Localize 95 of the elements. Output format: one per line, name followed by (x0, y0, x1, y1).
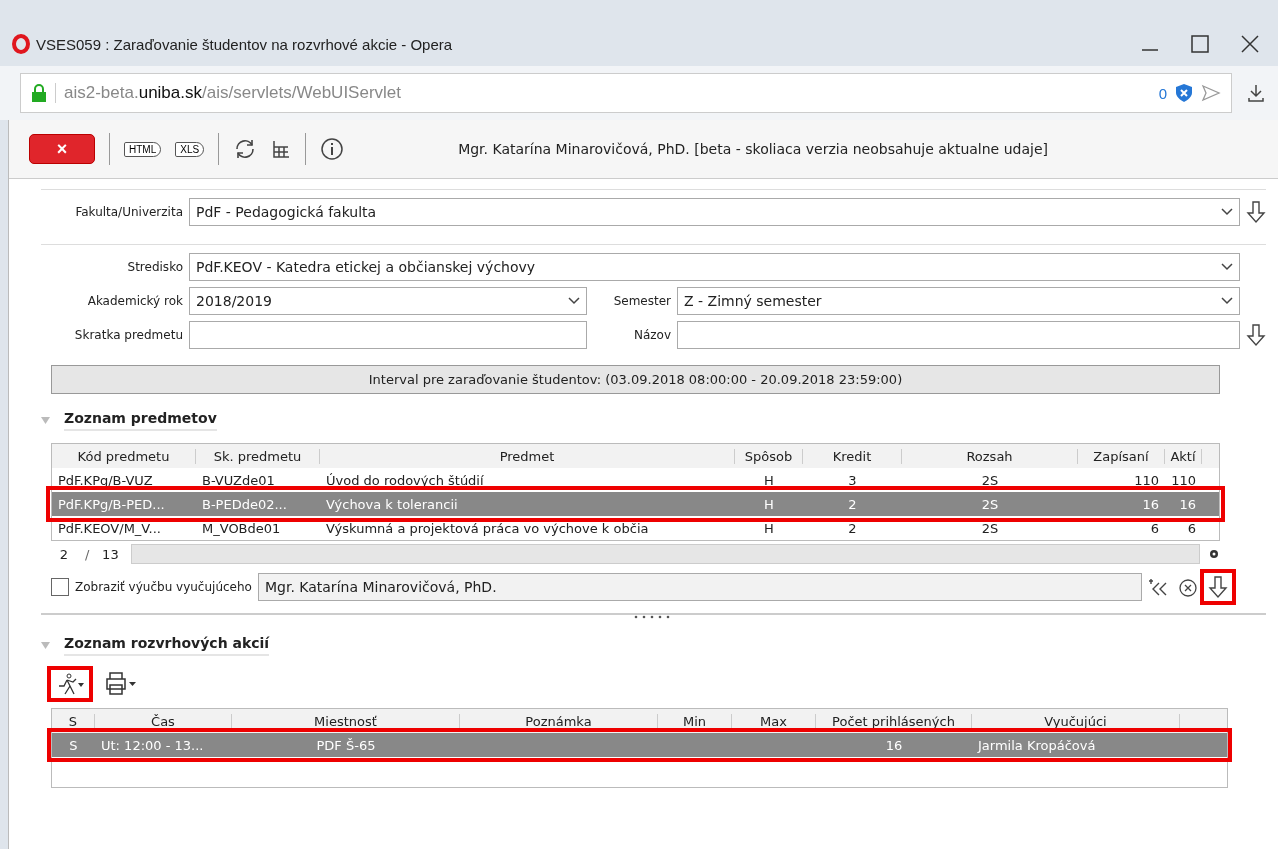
checkbox-label: Zobraziť výučbu vyučujúceho (75, 580, 252, 594)
address-bar[interactable]: ais2-beta.uniba.sk/ais/servlets/WebUIServlet 0 (20, 73, 1232, 113)
field-label: Názov (632, 328, 671, 342)
column-header[interactable]: Poznámka (460, 713, 658, 729)
shield-icon[interactable] (1175, 83, 1193, 103)
window-title: VSES059 : Zaraďovanie študentov na rozvrhové akcie - Opera (36, 35, 454, 53)
field-label: Skratka predmetu (73, 328, 183, 342)
table-cell-text: 2 (847, 520, 858, 536)
field-label: Stredisko (126, 260, 183, 274)
checkbox[interactable] (51, 578, 69, 596)
column-header[interactable]: S (52, 713, 95, 729)
down-arrow-icon[interactable] (1246, 323, 1266, 347)
teacher-field: Mgr. Katarína Minarovičová, PhD. (257, 573, 1142, 601)
dropdown-chevron-icon[interactable] (568, 297, 580, 305)
semester-select[interactable]: Z - Zimný semester (677, 287, 1240, 315)
table-cell-text: 110 (1133, 472, 1160, 488)
column-header[interactable]: Čas (95, 713, 232, 729)
field-label: Semester (612, 294, 671, 308)
page-separator: / (85, 546, 90, 562)
dropdown-chevron-icon[interactable] (1221, 297, 1233, 305)
table-cell-text: PdF.KEOV/M_V... (57, 520, 162, 536)
down-arrow-icon[interactable] (1246, 200, 1266, 224)
column-header[interactable]: Spôsob (735, 448, 803, 464)
column-header[interactable]: Vyučujúci (972, 713, 1180, 729)
table-cell-text: H (763, 520, 775, 536)
table-cell-text: Ut: 12:00 - 13... (100, 737, 205, 753)
table-cell-text: B-PEDde02... (201, 496, 288, 512)
dropdown-chevron-icon[interactable] (1221, 263, 1233, 271)
page-number[interactable]: 2 (51, 546, 77, 562)
clear-filter-icon[interactable] (1176, 576, 1198, 598)
faculty-select[interactable]: PdF - Pedagogická fakulta (189, 198, 1240, 226)
table-cell-text: Výskumná a projektová práca vo výchove k občia (325, 520, 650, 536)
table-cell-text: H (763, 472, 775, 488)
export-button[interactable]: HTML (124, 141, 162, 157)
section-title: Zoznam rozvrhových akcií (64, 635, 270, 656)
column-header[interactable]: Rozsah (902, 448, 1078, 464)
table-cell-text: S (68, 737, 79, 753)
close-icon[interactable] (1240, 34, 1260, 54)
table-cell-text: M_VOBde01 (201, 520, 282, 536)
blocker-count: 0 (1158, 84, 1167, 102)
input-field[interactable] (189, 321, 587, 349)
table-cell-text: 2S (980, 472, 1000, 488)
user-info-text: Mgr. Katarína Minarovičová, PhD. [beta - skoliaca verzia neobsahuje aktualne udaje] (458, 141, 1048, 157)
dropdown-chevron-icon[interactable] (1221, 208, 1233, 216)
section-title: Zoznam predmetov (64, 410, 217, 431)
info-icon[interactable] (320, 137, 345, 161)
horizontal-scrollbar[interactable] (131, 544, 1200, 564)
column-header[interactable]: Predmet (320, 448, 735, 464)
table-row[interactable]: PdF.KEOV/M_V... M_VOBde01 Výskumná a projektová práca vo výchove k občia H 2 2S 6 6 (52, 516, 1219, 540)
year-select[interactable]: 2018/2019 (189, 287, 587, 315)
field-label: Akademický rok (86, 294, 183, 308)
table-cell-text: 16 (1178, 496, 1197, 512)
table-cell-text: 110 (1170, 472, 1197, 488)
table-cell-text: PdF.KPg/B-PED... (57, 496, 166, 512)
table-cell-text: 6 (1149, 520, 1160, 536)
send-icon[interactable] (1201, 84, 1221, 102)
column-header[interactable]: Miestnosť (232, 713, 460, 729)
column-header[interactable]: Min (658, 713, 732, 729)
download-icon[interactable] (1246, 83, 1266, 103)
table-cell-text: PDF Š-65 (315, 737, 377, 753)
url-text: ais2-beta.uniba.sk/ais/servlets/WebUIServlet (55, 83, 1151, 103)
input-field[interactable] (677, 321, 1240, 349)
table-cell-text: Jarmila Kropáčová (976, 737, 1097, 753)
column-header[interactable]: Počet prihlásených (816, 713, 972, 729)
table-cell-text: 2 (847, 496, 858, 512)
table-cell-text: 2S (980, 496, 1000, 512)
table-cell-text: 16 (884, 737, 904, 753)
table-cell-text: Úvod do rodových štúdií (325, 472, 485, 488)
grid-icon[interactable] (271, 139, 292, 159)
export-button[interactable]: XLS (175, 141, 205, 157)
table-cell-text: 16 (1141, 496, 1160, 512)
table-cell-text: B-VUZde01 (201, 472, 276, 488)
lock-icon (31, 84, 47, 102)
column-header[interactable]: Max (732, 713, 816, 729)
field-label: Fakulta/Univerzita (74, 205, 183, 219)
table-cell-text: PdF.KPg/B-VUZ (57, 472, 154, 488)
interval-bar: Interval pre zaraďovanie študentov: (03.09.2018 08:00:00 - 20.09.2018 23:59:00) (51, 365, 1220, 394)
close-button[interactable]: × (29, 134, 95, 164)
column-header[interactable]: Kód predmetu (52, 448, 196, 464)
column-header[interactable]: Sk. predmetu (196, 448, 320, 464)
browser-logo-icon (12, 34, 30, 54)
table-cell-text: Výchova k tolerancii (325, 496, 459, 512)
table-cell-text: 2S (980, 520, 1000, 536)
down-arrow-icon (1208, 575, 1228, 599)
table-row[interactable]: PdF.KPg/B-VUZ B-VUZde01 Úvod do rodových štúdií H 3 2S 110 110 (52, 468, 1219, 492)
column-header[interactable]: Aktí (1165, 448, 1202, 464)
gear-icon[interactable] (1208, 548, 1220, 560)
maximize-icon[interactable] (1190, 34, 1210, 54)
column-header[interactable]: Zapísaní (1078, 448, 1165, 464)
table-cell-text: 3 (847, 472, 858, 488)
column-header[interactable]: Kredit (803, 448, 902, 464)
table-cell-text: H (763, 496, 775, 512)
table-cell-text: 6 (1186, 520, 1197, 536)
page-count: 13 (101, 546, 120, 562)
department-select[interactable]: PdF.KEOV - Katedra etickej a občianskej výchovy (189, 253, 1240, 281)
